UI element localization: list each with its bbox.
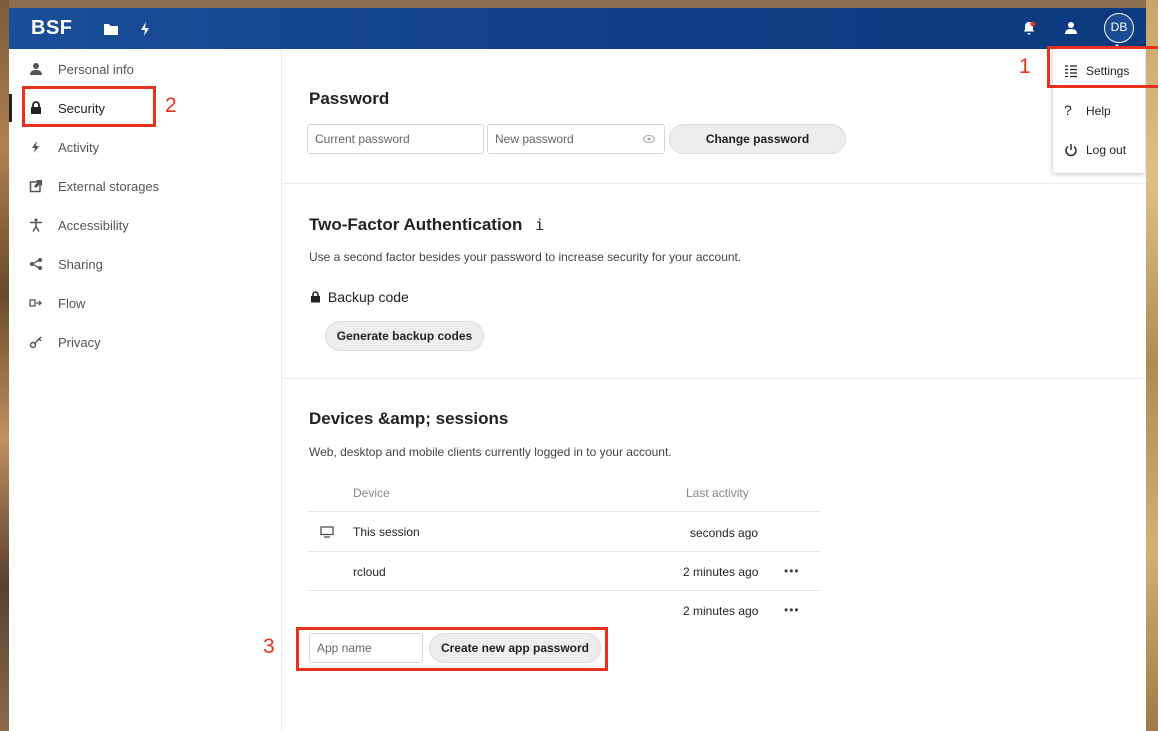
sidebar-item-label: Activity bbox=[58, 139, 100, 155]
external-link-icon bbox=[29, 180, 42, 193]
sidebar-item-sharing[interactable]: Sharing bbox=[9, 246, 282, 282]
show-password-eye-icon[interactable] bbox=[643, 134, 655, 144]
monitor-icon bbox=[320, 526, 334, 538]
two-factor-section-title: Two-Factor Authentication i bbox=[309, 215, 544, 235]
header-bar: BSF DB bbox=[9, 8, 1146, 49]
sidebar-item-activity[interactable]: Activity bbox=[9, 129, 282, 165]
section-divider bbox=[283, 183, 1146, 184]
user-avatar[interactable]: DB bbox=[1104, 13, 1134, 43]
change-password-button[interactable]: Change password bbox=[669, 124, 846, 154]
menu-item-label: Log out bbox=[1086, 143, 1127, 157]
devices-description: Web, desktop and mobile clients currentl… bbox=[309, 445, 672, 459]
activity-bolt-icon[interactable] bbox=[136, 20, 154, 38]
menu-item-log-out[interactable]: Log out bbox=[1053, 132, 1145, 168]
two-factor-description: Use a second factor besides your passwor… bbox=[309, 250, 742, 264]
device-column-header: Device bbox=[353, 486, 390, 500]
more-actions-icon[interactable]: ••• bbox=[784, 603, 800, 617]
highlight-box-app-password bbox=[296, 627, 608, 671]
sidebar-item-label: Flow bbox=[58, 295, 86, 311]
step-number-1: 1 bbox=[1019, 55, 1031, 78]
sidebar-item-label: Privacy bbox=[58, 334, 101, 350]
background-painting-left bbox=[0, 0, 9, 731]
menu-item-help[interactable]: ? Help bbox=[1053, 93, 1145, 129]
sidebar-item-label: Sharing bbox=[58, 256, 103, 272]
folder-icon[interactable] bbox=[102, 20, 120, 38]
info-icon[interactable]: i bbox=[535, 216, 544, 234]
app-logo[interactable]: BSF bbox=[31, 17, 73, 40]
flow-icon bbox=[29, 299, 42, 307]
new-password-field[interactable]: New password bbox=[487, 124, 665, 154]
help-icon: ? bbox=[1064, 102, 1072, 118]
last-activity: seconds ago bbox=[690, 526, 759, 540]
sidebar-item-flow[interactable]: Flow bbox=[9, 285, 282, 321]
app-window: BSF DB Personal info Security Activity E… bbox=[9, 8, 1146, 731]
notifications-icon[interactable] bbox=[1020, 19, 1038, 37]
background-painting-right bbox=[1146, 0, 1158, 731]
contacts-icon[interactable] bbox=[1062, 19, 1080, 37]
more-actions-icon[interactable]: ••• bbox=[784, 564, 800, 578]
sidebar-item-privacy[interactable]: Privacy bbox=[9, 324, 282, 360]
sidebar-item-external-storages[interactable]: External storages bbox=[9, 168, 282, 204]
device-name: rcloud bbox=[353, 565, 386, 579]
key-icon bbox=[29, 336, 42, 349]
share-icon bbox=[30, 258, 42, 270]
table-divider bbox=[307, 590, 821, 591]
sidebar-item-label: Accessibility bbox=[58, 217, 129, 233]
sidebar-item-label: External storages bbox=[58, 178, 160, 194]
sidebar-item-personal-info[interactable]: Personal info bbox=[9, 51, 282, 87]
person-icon bbox=[30, 63, 42, 75]
device-name: This session bbox=[353, 525, 420, 539]
last-activity: 2 minutes ago bbox=[683, 565, 759, 579]
sidebar: Personal info Security Activity External… bbox=[9, 49, 282, 731]
power-icon bbox=[1065, 144, 1077, 157]
step-number-2: 2 bbox=[165, 94, 177, 117]
highlight-box-settings bbox=[1047, 46, 1158, 88]
backup-code-label: Backup code bbox=[327, 289, 409, 305]
table-divider bbox=[307, 551, 821, 552]
lock-icon bbox=[311, 291, 320, 303]
highlight-box-security bbox=[22, 86, 156, 127]
current-password-field[interactable]: Current password bbox=[307, 124, 484, 154]
generate-backup-codes-button[interactable]: Generate backup codes bbox=[325, 321, 484, 351]
accessibility-icon bbox=[30, 218, 42, 232]
two-factor-title-text: Two-Factor Authentication bbox=[309, 215, 523, 234]
last-activity: 2 minutes ago bbox=[683, 604, 759, 618]
bolt-icon bbox=[32, 141, 39, 153]
sidebar-item-label: Personal info bbox=[58, 61, 134, 77]
sidebar-item-accessibility[interactable]: Accessibility bbox=[9, 207, 282, 243]
devices-section-title: Devices &amp; sessions bbox=[309, 409, 509, 428]
step-number-3: 3 bbox=[263, 635, 275, 658]
last-activity-column-header: Last activity bbox=[686, 486, 749, 500]
section-divider bbox=[283, 378, 1146, 379]
password-section-title: Password bbox=[309, 89, 390, 108]
menu-item-label: Help bbox=[1086, 104, 1111, 118]
table-divider bbox=[307, 511, 821, 512]
backup-code-heading: Backup code bbox=[310, 289, 409, 305]
new-password-placeholder: New password bbox=[495, 132, 574, 146]
